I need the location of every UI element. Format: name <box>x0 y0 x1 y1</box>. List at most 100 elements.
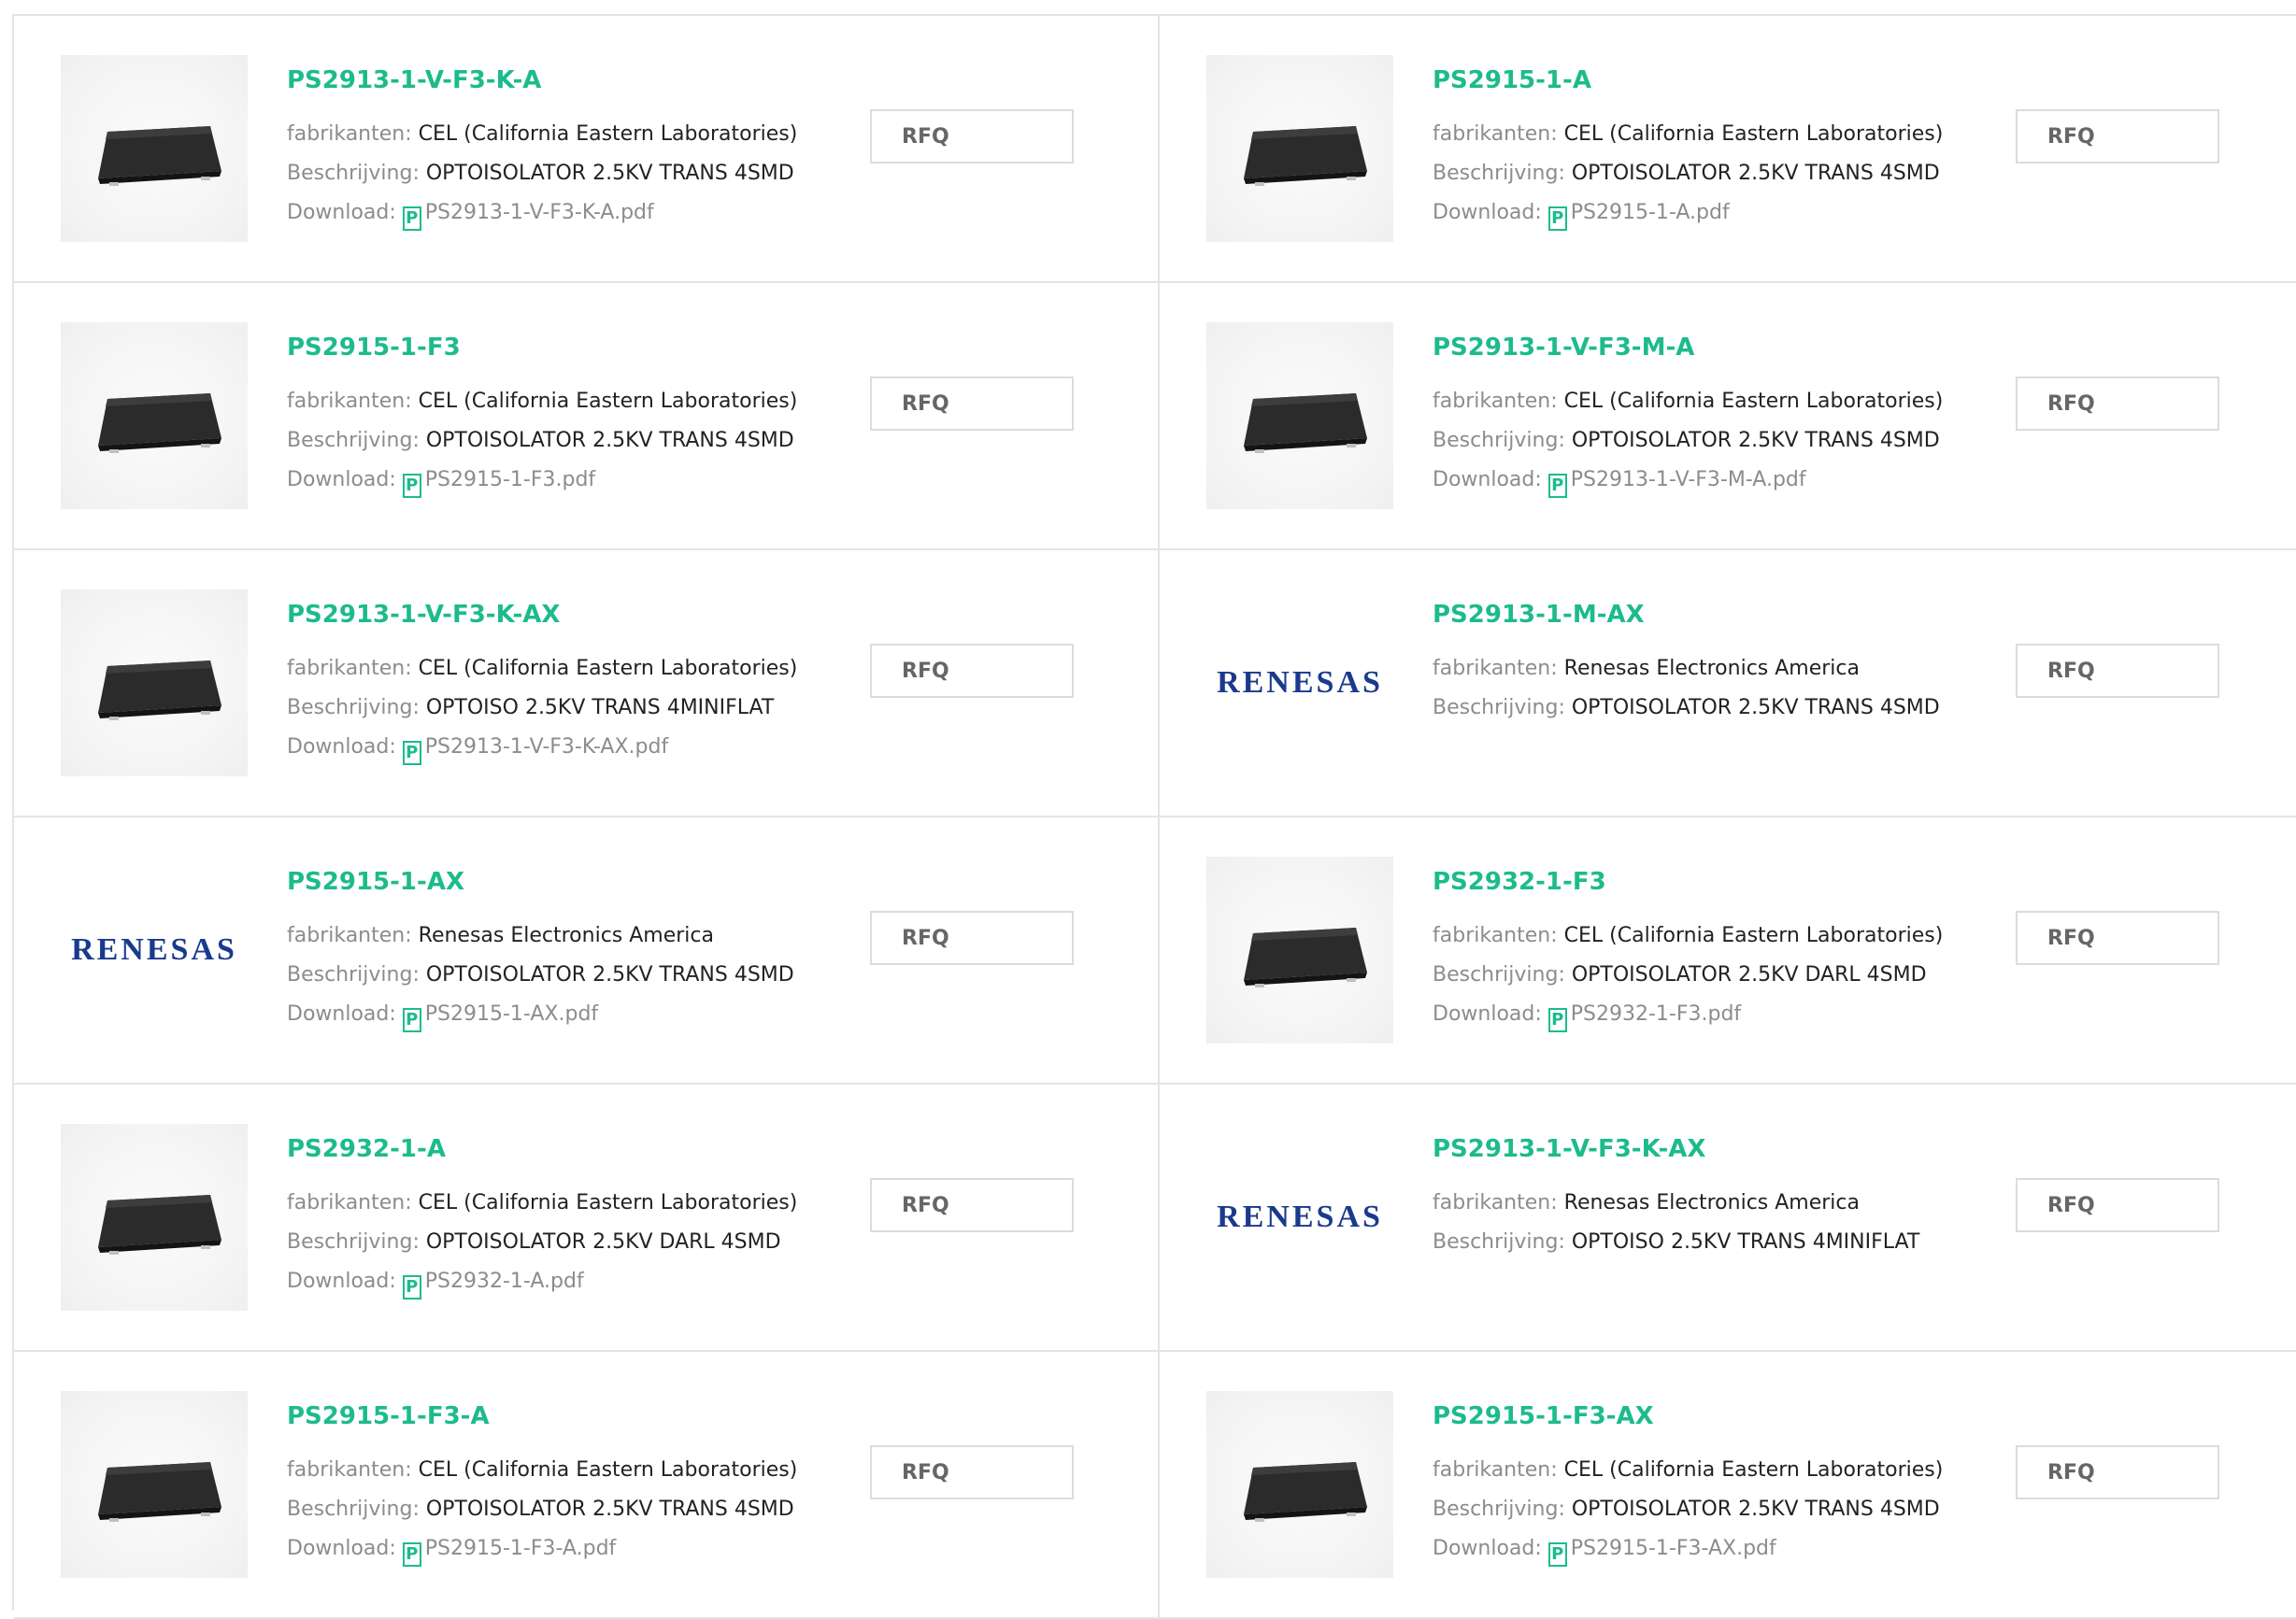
description-value: OPTOISOLATOR 2.5KV TRANS 4SMD <box>425 429 794 452</box>
description-line: Beschrijving: OPTOISO 2.5KV TRANS 4MINIF… <box>1433 1230 1919 1254</box>
product-image[interactable] <box>1206 1391 1393 1578</box>
datasheet-link[interactable]: PS2915-1-F3.pdf <box>425 468 595 491</box>
datasheet-link[interactable]: PS2913-1-V-F3-K-A.pdf <box>425 201 654 224</box>
optoisolator-chip-icon <box>98 1195 221 1255</box>
description-line: Beschrijving: OPTOISOLATOR 2.5KV TRANS 4… <box>1433 162 1940 185</box>
product-image[interactable] <box>61 55 248 242</box>
description-value: OPTOISOLATOR 2.5KV TRANS 4SMD <box>1571 162 1940 185</box>
pdf-icon: P <box>402 1542 421 1567</box>
datasheet-link[interactable]: PS2915-1-AX.pdf <box>425 1002 598 1026</box>
pdf-icon: P <box>1547 1542 1567 1567</box>
product-card: RENESAS PS2915-1-AX fabrikanten: Renesas… <box>14 817 1160 1085</box>
datasheet-link[interactable]: PS2913-1-V-F3-M-A.pdf <box>1571 468 1806 491</box>
manufacturer-value: CEL (California Eastern Laboratories) <box>418 122 798 146</box>
manufacturer-value: CEL (California Eastern Laboratories) <box>418 1458 798 1482</box>
manufacturer-value: CEL (California Eastern Laboratories) <box>418 390 798 413</box>
download-label: Download: <box>287 1537 403 1560</box>
part-number-link[interactable]: PS2913-1-V-F3-K-A <box>287 66 541 94</box>
rfq-button[interactable]: RFQ <box>870 644 1074 698</box>
product-grid: PS2913-1-V-F3-K-A fabrikanten: CEL (Cali… <box>12 14 2296 1619</box>
part-number-link[interactable]: PS2915-1-F3-A <box>287 1402 490 1430</box>
datasheet-link[interactable]: PS2915-1-F3-AX.pdf <box>1571 1537 1776 1560</box>
part-number-link[interactable]: PS2932-1-F3 <box>1433 868 1606 896</box>
description-label: Beschrijving: <box>287 963 426 987</box>
product-image[interactable] <box>61 1391 248 1578</box>
manufacturer-value: CEL (California Eastern Laboratories) <box>1563 1458 1944 1482</box>
datasheet-link[interactable]: PS2932-1-A.pdf <box>425 1270 584 1293</box>
description-line: Beschrijving: OPTOISOLATOR 2.5KV TRANS 4… <box>1433 429 1940 452</box>
rfq-button[interactable]: RFQ <box>870 1445 1074 1499</box>
part-number-link[interactable]: PS2913-1-V-F3-M-A <box>1433 334 1694 362</box>
description-label: Beschrijving: <box>287 429 426 452</box>
description-line: Beschrijving: OPTOISO 2.5KV TRANS 4MINIF… <box>287 696 774 719</box>
part-number-link[interactable]: PS2913-1-M-AX <box>1433 601 1645 629</box>
download-line: Download: P PS2915-1-F3.pdf <box>287 468 595 498</box>
manufacturer-label: fabrikanten: <box>287 1191 419 1214</box>
description-value: OPTOISOLATOR 2.5KV TRANS 4SMD <box>1571 429 1940 452</box>
part-number-link[interactable]: PS2915-1-AX <box>287 868 464 896</box>
manufacturer-value: CEL (California Eastern Laboratories) <box>418 657 798 680</box>
manufacturer-line: fabrikanten: CEL (California Eastern Lab… <box>1433 1458 1943 1482</box>
rfq-button[interactable]: RFQ <box>2016 109 2219 163</box>
manufacturer-label: fabrikanten: <box>1433 1191 1564 1214</box>
rfq-button[interactable]: RFQ <box>2016 1178 2219 1232</box>
datasheet-link[interactable]: PS2913-1-V-F3-K-AX.pdf <box>425 735 668 759</box>
product-image[interactable] <box>61 322 248 509</box>
pdf-icon: P <box>1547 1008 1567 1032</box>
manufacturer-label: fabrikanten: <box>1433 1458 1564 1482</box>
optoisolator-chip-icon <box>1244 393 1367 453</box>
download-line: Download: P PS2932-1-F3.pdf <box>1433 1002 1741 1032</box>
product-card: PS2932-1-F3 fabrikanten: CEL (California… <box>1160 817 2296 1085</box>
manufacturer-label: fabrikanten: <box>1433 122 1564 146</box>
part-number-link[interactable]: PS2913-1-V-F3-K-AX <box>287 601 560 629</box>
manufacturer-line: fabrikanten: CEL (California Eastern Lab… <box>287 390 797 413</box>
part-number-link[interactable]: PS2915-1-A <box>1433 66 1591 94</box>
manufacturer-label: fabrikanten: <box>1433 657 1564 680</box>
part-number-link[interactable]: PS2932-1-A <box>287 1135 446 1163</box>
description-label: Beschrijving: <box>1433 696 1572 719</box>
product-card: PS2913-1-V-F3-K-A fabrikanten: CEL (Cali… <box>14 16 1160 283</box>
download-line: Download: P PS2932-1-A.pdf <box>287 1270 584 1299</box>
download-line: Download: P PS2915-1-AX.pdf <box>287 1002 598 1032</box>
product-image[interactable]: RENESAS <box>1206 1124 1393 1311</box>
rfq-button[interactable]: RFQ <box>870 1178 1074 1232</box>
download-label: Download: <box>287 1002 403 1026</box>
manufacturer-value: CEL (California Eastern Laboratories) <box>1563 924 1944 947</box>
datasheet-link[interactable]: PS2932-1-F3.pdf <box>1571 1002 1741 1026</box>
product-image[interactable] <box>1206 55 1393 242</box>
description-line: Beschrijving: OPTOISOLATOR 2.5KV TRANS 4… <box>1433 1498 1940 1521</box>
product-image[interactable] <box>1206 857 1393 1044</box>
description-line: Beschrijving: OPTOISOLATOR 2.5KV TRANS 4… <box>287 963 794 987</box>
manufacturer-value: Renesas Electronics America <box>1563 657 1860 680</box>
optoisolator-chip-icon <box>98 660 221 720</box>
part-number-link[interactable]: PS2915-1-F3 <box>287 334 461 362</box>
manufacturer-line: fabrikanten: CEL (California Eastern Lab… <box>287 657 797 680</box>
product-image[interactable] <box>1206 322 1393 509</box>
rfq-button[interactable]: RFQ <box>2016 376 2219 431</box>
rfq-button[interactable]: RFQ <box>870 376 1074 431</box>
description-label: Beschrijving: <box>1433 162 1572 185</box>
datasheet-link[interactable]: PS2915-1-F3-A.pdf <box>425 1537 617 1560</box>
product-image[interactable]: RENESAS <box>1206 589 1393 776</box>
product-image[interactable] <box>61 1124 248 1311</box>
download-label: Download: <box>287 468 403 491</box>
part-number-link[interactable]: PS2915-1-F3-AX <box>1433 1402 1654 1430</box>
product-image[interactable]: RENESAS <box>61 857 248 1044</box>
product-card: PS2915-1-F3 fabrikanten: CEL (California… <box>14 283 1160 550</box>
rfq-button[interactable]: RFQ <box>870 911 1074 965</box>
rfq-button[interactable]: RFQ <box>2016 1445 2219 1499</box>
product-card: RENESAS PS2913-1-V-F3-K-AX fabrikanten: … <box>1160 1085 2296 1352</box>
renesas-logo: RENESAS <box>1217 1200 1383 1234</box>
product-card: PS2915-1-F3-A fabrikanten: CEL (Californ… <box>14 1352 1160 1619</box>
rfq-button[interactable]: RFQ <box>2016 644 2219 698</box>
product-image[interactable] <box>61 589 248 776</box>
rfq-button[interactable]: RFQ <box>870 109 1074 163</box>
description-value: OPTOISOLATOR 2.5KV TRANS 4SMD <box>425 1498 794 1521</box>
product-card: PS2915-1-A fabrikanten: CEL (California … <box>1160 16 2296 283</box>
part-number-link[interactable]: PS2913-1-V-F3-K-AX <box>1433 1135 1705 1163</box>
optoisolator-chip-icon <box>1244 928 1367 987</box>
description-label: Beschrijving: <box>1433 1498 1572 1521</box>
datasheet-link[interactable]: PS2915-1-A.pdf <box>1571 201 1730 224</box>
rfq-button[interactable]: RFQ <box>2016 911 2219 965</box>
manufacturer-label: fabrikanten: <box>1433 390 1564 413</box>
